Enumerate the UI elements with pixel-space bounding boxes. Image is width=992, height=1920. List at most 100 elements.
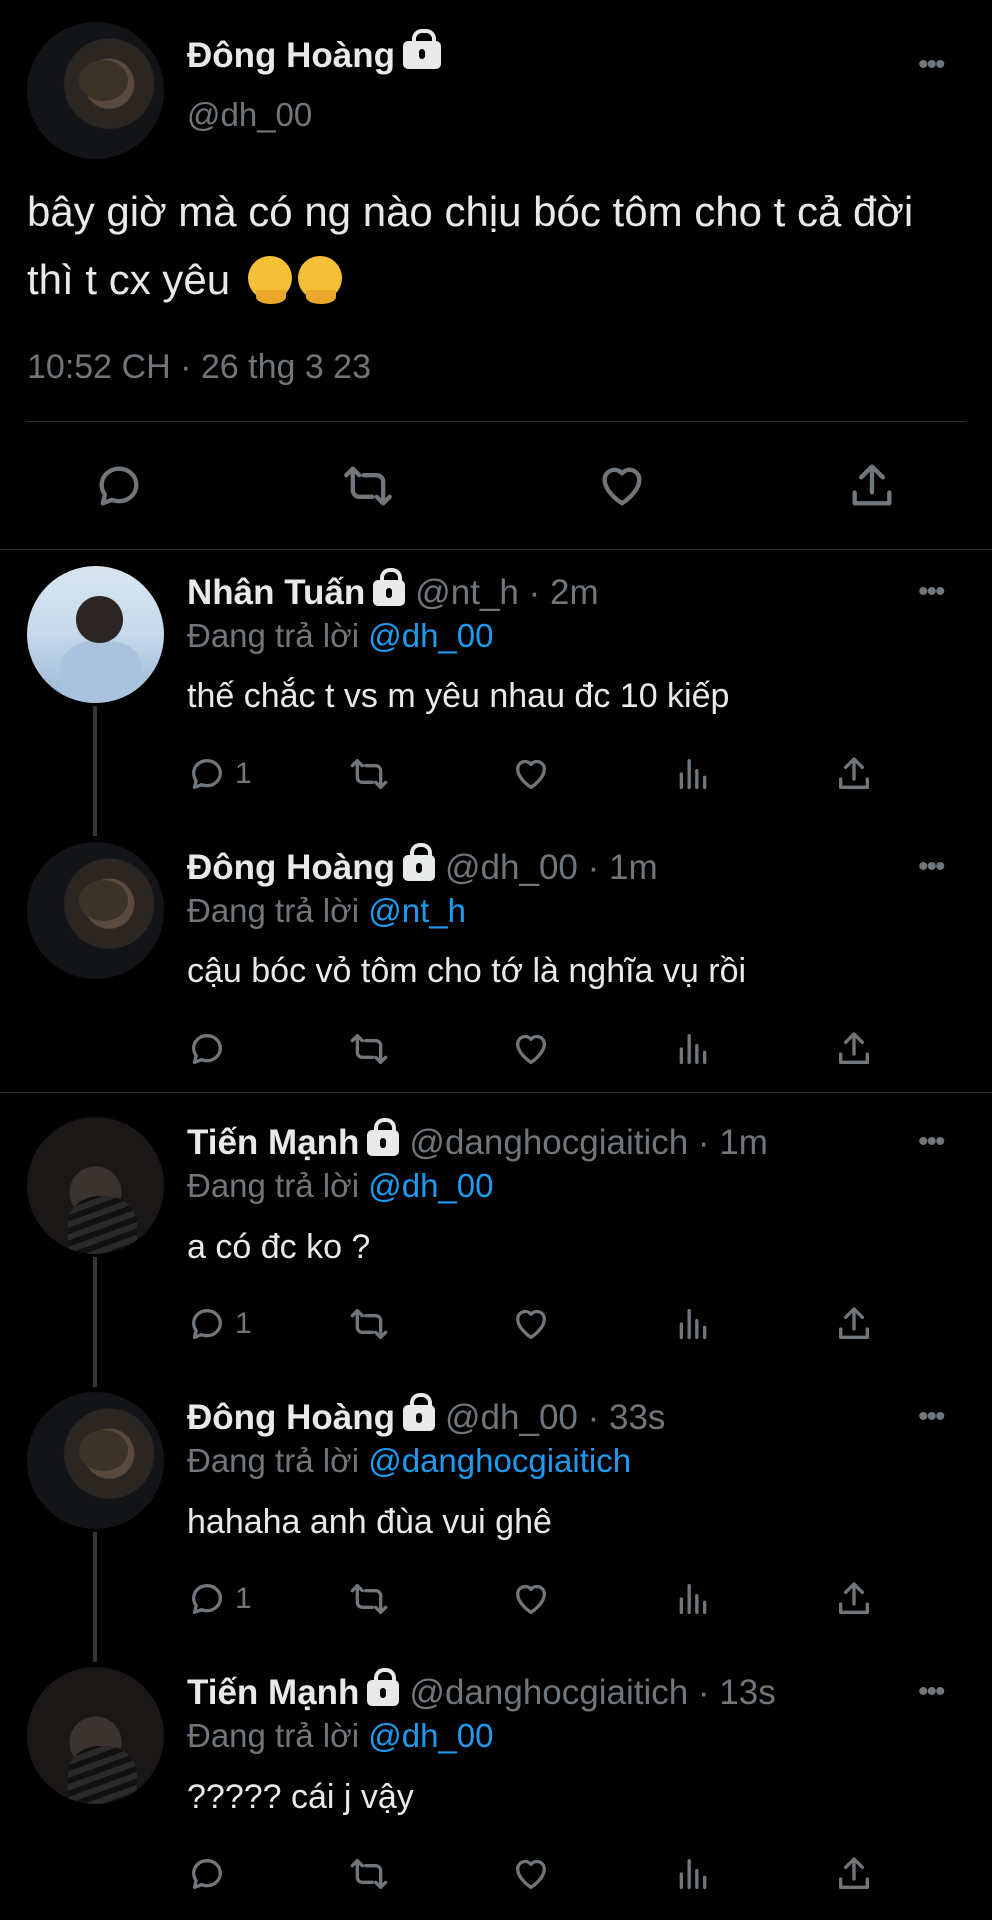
lock-icon: [403, 843, 436, 881]
like-button[interactable]: [511, 1304, 551, 1344]
reply-button[interactable]: 1: [187, 754, 252, 794]
reply-header: Nhân Tuấn @nt_h · 2m: [187, 568, 599, 613]
retweet-icon: [350, 759, 388, 789]
analytics-button[interactable]: [673, 754, 713, 794]
share-icon: [839, 1307, 869, 1339]
reply-icon: [192, 1309, 222, 1339]
tweet-timestamp[interactable]: 10:52 CH · 26 thg 3 23: [27, 348, 371, 387]
replying-to: Đang trả lời @dh_00: [187, 617, 493, 655]
more-options-icon[interactable]: •••: [918, 575, 945, 609]
reply-prefix: Đang trả lời: [187, 617, 360, 654]
retweet-button[interactable]: [349, 1029, 389, 1069]
tweet-text-body: bây giờ mà có ng nào chịu bóc tôm cho t …: [27, 188, 914, 303]
author-name[interactable]: Tiến Mạnh: [187, 1673, 359, 1712]
reply-prefix: Đang trả lời: [187, 1442, 360, 1479]
avatar[interactable]: [27, 1667, 164, 1804]
replying-to: Đang trả lời @nt_h: [187, 892, 466, 930]
heart-icon: [516, 1034, 546, 1064]
analytics-icon: [679, 1034, 707, 1064]
avatar[interactable]: [27, 1117, 164, 1254]
divider: [0, 549, 992, 550]
retweet-icon: [344, 466, 392, 506]
reply-icon: [192, 1584, 222, 1614]
lock-icon: [373, 568, 406, 606]
tweet-text: bây giờ mà có ng nào chịu bóc tôm cho t …: [27, 178, 967, 314]
reply-prefix: Đang trả lời: [187, 1717, 360, 1754]
heart-icon: [516, 1859, 546, 1889]
retweet-icon: [350, 1584, 388, 1614]
avatar[interactable]: [27, 842, 164, 979]
replying-to: Đang trả lời @danghocgiaitich: [187, 1442, 631, 1480]
handle-time: @dh_00 · 1m: [445, 848, 658, 887]
analytics-button[interactable]: [673, 1304, 713, 1344]
thread-line: [93, 1532, 97, 1662]
reply-button[interactable]: [187, 1029, 235, 1069]
reply-icon: [99, 466, 139, 506]
reply-header: Đông Hoàng @dh_00 · 1m: [187, 843, 658, 888]
like-button[interactable]: [511, 1579, 551, 1619]
like-button[interactable]: [595, 460, 649, 512]
avatar[interactable]: [27, 22, 164, 159]
reply-header: Đông Hoàng @dh_00 · 33s: [187, 1393, 666, 1438]
more-options-icon[interactable]: •••: [918, 1125, 945, 1159]
reply-button[interactable]: [187, 1854, 235, 1894]
avatar[interactable]: [27, 566, 164, 703]
like-button[interactable]: [511, 1854, 551, 1894]
reply-to-link[interactable]: @danghocgiaitich: [368, 1442, 631, 1479]
retweet-button[interactable]: [349, 754, 389, 794]
retweet-button[interactable]: [349, 1854, 389, 1894]
reply-icon: [192, 759, 222, 789]
reply-to-link[interactable]: @dh_00: [368, 1167, 493, 1204]
like-button[interactable]: [511, 754, 551, 794]
retweet-icon: [350, 1859, 388, 1889]
reply-icon: [192, 1859, 222, 1889]
more-options-icon[interactable]: •••: [918, 48, 945, 82]
share-button[interactable]: [834, 1854, 874, 1894]
reply-to-link[interactable]: @dh_00: [368, 617, 493, 654]
author-handle[interactable]: @dh_00: [187, 96, 312, 134]
share-icon: [839, 1857, 869, 1889]
share-button[interactable]: [834, 1029, 874, 1069]
analytics-button[interactable]: [673, 1579, 713, 1619]
share-button[interactable]: [834, 1304, 874, 1344]
heart-icon: [516, 759, 546, 789]
retweet-button[interactable]: [349, 1304, 389, 1344]
author-name[interactable]: Đông Hoàng: [187, 29, 442, 76]
more-options-icon[interactable]: •••: [918, 1400, 945, 1434]
divider: [0, 1092, 992, 1093]
handle-time: @dh_00 · 33s: [445, 1398, 666, 1437]
replying-to: Đang trả lời @dh_00: [187, 1717, 493, 1755]
share-button[interactable]: [834, 1579, 874, 1619]
share-icon: [852, 464, 892, 506]
thread-line: [93, 706, 97, 836]
share-icon: [839, 1582, 869, 1614]
author-name[interactable]: Đông Hoàng: [187, 1398, 395, 1437]
like-button[interactable]: [511, 1029, 551, 1069]
retweet-button[interactable]: [349, 1579, 389, 1619]
analytics-button[interactable]: [673, 1854, 713, 1894]
reply-count: 1: [235, 1307, 252, 1340]
share-button[interactable]: [834, 754, 874, 794]
retweet-button[interactable]: [340, 460, 396, 512]
author-name[interactable]: Đông Hoàng: [187, 848, 395, 887]
avatar[interactable]: [27, 1392, 164, 1529]
reply-count: 1: [235, 757, 252, 790]
reply-header: Tiến Mạnh @danghocgiaitich · 13s: [187, 1668, 776, 1713]
reply-count: 1: [235, 1582, 252, 1615]
reply-to-link[interactable]: @nt_h: [368, 892, 466, 929]
author-name-text: Đông Hoàng: [187, 36, 396, 75]
reply-text: thế chắc t vs m yêu nhau đc 10 kiếp: [187, 677, 730, 715]
reply-to-link[interactable]: @dh_00: [368, 1717, 493, 1754]
analytics-button[interactable]: [673, 1029, 713, 1069]
reply-button[interactable]: [93, 460, 145, 512]
more-options-icon[interactable]: •••: [918, 1675, 945, 1709]
share-button[interactable]: [846, 460, 898, 512]
reply-button[interactable]: 1: [187, 1304, 252, 1344]
author-name[interactable]: Nhân Tuấn: [187, 573, 365, 612]
heart-icon: [602, 467, 642, 506]
reply-button[interactable]: 1: [187, 1579, 252, 1619]
more-options-icon[interactable]: •••: [918, 850, 945, 884]
lock-icon: [367, 1118, 400, 1156]
author-name[interactable]: Tiến Mạnh: [187, 1123, 359, 1162]
analytics-icon: [679, 1309, 707, 1339]
